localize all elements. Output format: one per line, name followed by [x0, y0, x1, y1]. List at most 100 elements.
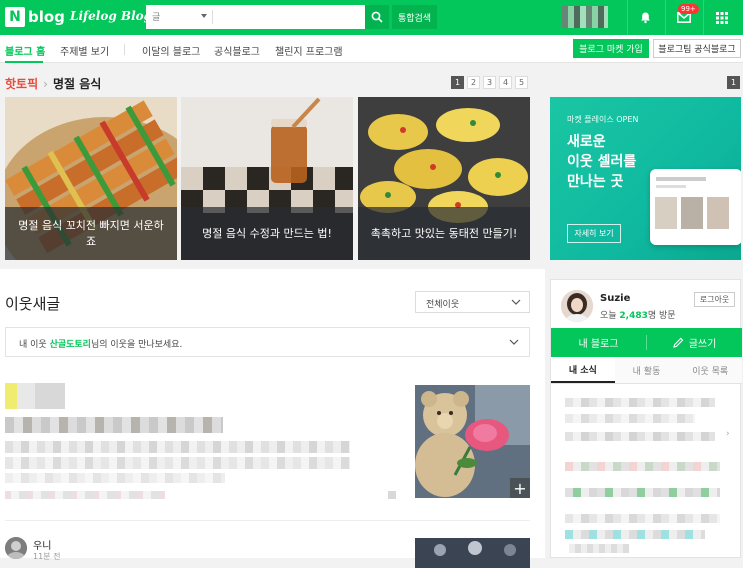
user-avatar-blurred[interactable]: [562, 6, 608, 28]
search-divider: [212, 10, 213, 24]
top-bar: N blog Lifelog Blog 글 통합검색 99+: [0, 0, 743, 35]
visit-prefix: 오늘: [600, 311, 620, 321]
neighbor-suggestion-bar[interactable]: 내 이웃 산골도토리님의 이웃을 만나보세요.: [5, 327, 530, 357]
neighbor-name[interactable]: 산골도토리: [50, 340, 91, 350]
hot-topic-card-3[interactable]: 촉촉하고 맛있는 동태전 만들기!: [358, 97, 530, 260]
chevron-right-icon: ›: [43, 76, 48, 91]
tab-official-blog[interactable]: 공식블로그: [214, 43, 260, 58]
write-label: 글쓰기: [688, 339, 717, 350]
page-4[interactable]: 4: [499, 76, 512, 89]
active-tab-underline: [5, 61, 43, 63]
news-item-blurred[interactable]: [565, 514, 720, 523]
visit-count: 2,483: [619, 311, 648, 321]
banner-page-1[interactable]: 1: [727, 76, 740, 89]
post-author-name[interactable]: 우니: [33, 537, 51, 552]
lifelog-blog-logo[interactable]: Lifelog Blog: [70, 9, 152, 23]
sub-navigation: 블로그 홈 주제별 보기 이달의 블로그 공식블로그 챌린지 프로그램 블로그 …: [0, 35, 743, 63]
post-author-avatar[interactable]: [5, 537, 27, 559]
grid-icon: [715, 11, 728, 24]
news-item-blurred[interactable]: [565, 462, 720, 471]
visit-suffix: 명 방문: [647, 311, 676, 321]
banner-detail-button[interactable]: 자세히 보기: [567, 224, 621, 243]
mail-count-badge: 99+: [678, 4, 699, 14]
page-2[interactable]: 2: [467, 76, 480, 89]
page-1[interactable]: 1: [451, 76, 464, 89]
neighbor-suffix: 님의 이웃을 만나보세요.: [90, 340, 183, 350]
post-meta-blurred: [5, 491, 165, 499]
post-author-blurred[interactable]: [5, 383, 65, 409]
feed-divider: [5, 520, 530, 521]
market-place-banner[interactable]: 마켓 플레이스 OPEN 새로운 이웃 셀러를 만나는 곳 자세히 보기: [550, 97, 741, 260]
post-excerpt-blurred: [5, 441, 350, 453]
phone-subheader-bar: [656, 185, 686, 188]
tab-my-news[interactable]: 내 소식: [551, 357, 615, 383]
hot-topic-category: 명절 음식: [52, 77, 102, 91]
tab-blog-home[interactable]: 블로그 홈: [5, 43, 45, 58]
news-item-blurred[interactable]: [565, 530, 705, 539]
chevron-down-icon: [511, 297, 521, 310]
naver-blog-logo[interactable]: N blog: [5, 7, 65, 27]
hot-topic-header: 핫토픽 › 명절 음식: [5, 75, 101, 92]
tab-challenge-program[interactable]: 챌린지 프로그램: [275, 43, 343, 58]
tab-neighbor-list[interactable]: 이웃 목록: [678, 357, 742, 383]
neighbor-prefix: 내 이웃: [19, 340, 50, 350]
tab-monthly-blog[interactable]: 이달의 블로그: [142, 43, 200, 58]
logout-button[interactable]: 로그아웃: [694, 292, 735, 307]
phone-header-bar: [656, 177, 706, 181]
banner-title-line: 새로운: [567, 134, 606, 150]
write-button[interactable]: 글쓰기: [647, 328, 742, 357]
profile-tabs: 내 소식 내 활동 이웃 목록: [551, 357, 742, 384]
chevron-down-icon: [509, 337, 519, 350]
official-blog-button[interactable]: 블로그팀 공식블로그: [653, 39, 741, 58]
post-thumbnail[interactable]: +: [415, 385, 530, 498]
news-item-blurred[interactable]: [565, 398, 715, 407]
news-item-blurred[interactable]: [565, 414, 695, 423]
search-button[interactable]: [365, 5, 389, 29]
profile-avatar[interactable]: [561, 290, 593, 322]
expand-plus-icon[interactable]: +: [510, 478, 530, 498]
neighbor-filter-value: 전체이웃: [426, 300, 460, 310]
news-item-blurred: [569, 544, 629, 553]
post-title-blurred[interactable]: [5, 417, 223, 433]
search-scope-select[interactable]: 글: [152, 10, 160, 23]
hot-topic-card-1[interactable]: 명절 음식 꼬치전 빠지면 서운하죠: [5, 97, 177, 260]
my-blog-button[interactable]: 내 블로그: [551, 328, 646, 357]
search-input[interactable]: 글: [146, 5, 365, 29]
notification-button[interactable]: [627, 0, 663, 35]
page-5[interactable]: 5: [515, 76, 528, 89]
page-3[interactable]: 3: [483, 76, 496, 89]
banner-title: 새로운 이웃 셀러를 만나는 곳: [567, 132, 636, 192]
post-thumbnail[interactable]: [415, 538, 530, 568]
tab-topic-view[interactable]: 주제별 보기: [60, 43, 109, 58]
phone-thumb: [681, 197, 703, 229]
post-excerpt-blurred: [5, 457, 350, 469]
hot-topic-pagination: 1 2 3 4 5: [448, 76, 528, 89]
profile-panel: Suzie 오늘 2,483명 방문 로그아웃 내 블로그 글쓰기 내 소식 내…: [550, 279, 742, 558]
hot-topic-card-2[interactable]: 명절 음식 수정과 만드는 법!: [181, 97, 353, 260]
news-item-blurred[interactable]: [565, 432, 715, 441]
bell-icon: [641, 12, 650, 24]
post-time: 11분 전: [33, 552, 61, 561]
pencil-icon: [672, 337, 684, 348]
card-caption: 촉촉하고 맛있는 동태전 만들기!: [358, 207, 530, 260]
hot-topic-label[interactable]: 핫토픽: [5, 75, 38, 92]
banner-subtitle: 마켓 플레이스 OPEN: [567, 115, 639, 124]
phone-thumb: [655, 197, 677, 229]
naver-n-logo: N: [5, 7, 25, 27]
post-meta-blurred: [388, 491, 396, 499]
today-visitors: 오늘 2,483명 방문: [600, 308, 676, 321]
integrated-search-button[interactable]: 통합검색: [392, 5, 437, 29]
profile-name[interactable]: Suzie: [600, 293, 630, 304]
chevron-right-icon[interactable]: ›: [726, 429, 730, 439]
news-item-blurred[interactable]: [565, 488, 720, 497]
caret-down-icon[interactable]: [201, 14, 207, 18]
market-join-button[interactable]: 블로그 마켓 가입: [573, 39, 649, 58]
neighbor-filter-select[interactable]: 전체이웃: [415, 291, 530, 313]
blog-logo-text: blog: [28, 8, 65, 26]
tab-my-activity[interactable]: 내 활동: [615, 357, 679, 383]
banner-title-line: 이웃 셀러를: [567, 154, 637, 170]
card-caption: 명절 음식 수정과 만드는 법!: [181, 207, 353, 260]
profile-actions: 내 블로그 글쓰기: [551, 328, 742, 357]
phone-mockup-image: [650, 169, 741, 245]
apps-menu-button[interactable]: [703, 0, 739, 35]
